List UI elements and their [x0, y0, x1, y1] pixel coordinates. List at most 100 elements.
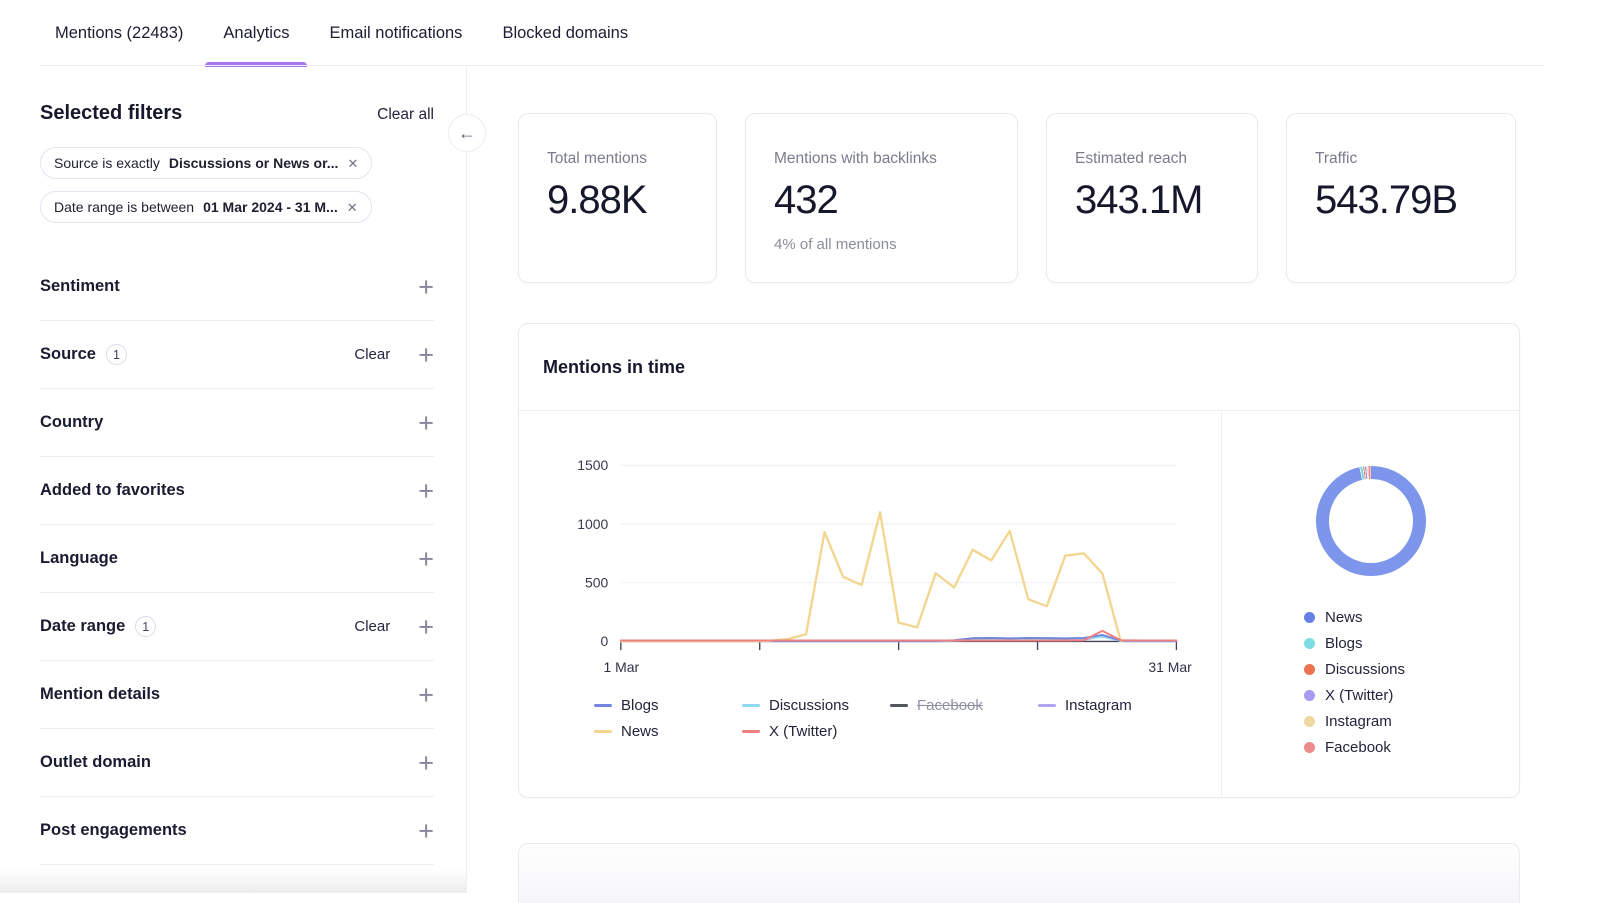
clear-all-filters-button[interactable]: Clear all	[377, 106, 434, 124]
donut-legend-dot-icon	[1304, 612, 1315, 623]
filter-row-mention-details: Mention details +	[40, 661, 434, 729]
filter-row-added-to-favorites: Added to favorites+	[40, 457, 434, 525]
legend-item-news[interactable]: News	[594, 723, 742, 740]
y-axis-tick-label: 1000	[577, 516, 608, 532]
legend-color-dash-icon	[594, 730, 612, 733]
tabs-bar: Mentions (22483) Analytics Email notific…	[0, 0, 1600, 66]
y-axis-tick-label: 1500	[577, 457, 608, 473]
tab-analytics[interactable]: Analytics	[203, 0, 309, 66]
chip-value: Discussions or News or...	[169, 155, 339, 171]
legend-label: X (Twitter)	[769, 723, 837, 740]
donut-legend-item-discussions[interactable]: Discussions	[1304, 661, 1519, 678]
donut-legend-label: Instagram	[1325, 713, 1392, 730]
donut-legend-label: X (Twitter)	[1325, 687, 1393, 704]
chart-card-body: 0500100015001 Mar31 Mar BlogsDiscussions…	[519, 411, 1519, 797]
stat-value: 543.79B	[1315, 178, 1487, 223]
stat-card-traffic: Traffic 543.79B	[1286, 113, 1516, 283]
page-layout: Selected filters Clear all Source is exa…	[0, 66, 1600, 893]
y-axis-tick-label: 0	[601, 633, 609, 649]
analytics-main: Total mentions9.88K Mentions with backlin…	[467, 66, 1600, 893]
filter-row-country: Country+	[40, 389, 434, 457]
donut-legend-item-blogs[interactable]: Blogs	[1304, 635, 1519, 652]
filter-expand-plus-icon[interactable]: +	[418, 548, 434, 570]
legend-color-dash-icon	[742, 730, 760, 733]
donut-legend-dot-icon	[1304, 690, 1315, 701]
line-chart-pane: 0500100015001 Mar31 Mar BlogsDiscussions…	[519, 411, 1221, 797]
stat-value: 343.1M	[1075, 178, 1229, 223]
donut-wrap	[1222, 466, 1519, 576]
donut-legend-item-facebook[interactable]: Facebook	[1304, 739, 1519, 756]
filter-expand-plus-icon[interactable]: +	[418, 344, 434, 366]
donut-hole	[1329, 479, 1413, 563]
stat-card-estimated-reach: Estimated reach 343.1M	[1046, 113, 1258, 283]
filter-expand-plus-icon[interactable]: +	[418, 412, 434, 434]
tab-blocked-domains[interactable]: Blocked domains	[482, 0, 648, 66]
filter-clear-button[interactable]: Clear	[354, 618, 390, 635]
filter-expand-plus-icon[interactable]: +	[418, 684, 434, 706]
donut-legend-dot-icon	[1304, 716, 1315, 727]
legend-color-dash-icon	[594, 704, 612, 707]
filter-row-post-engagements: Post engagements +	[40, 797, 434, 865]
filter-row-language: Language+	[40, 525, 434, 593]
tab-mentions[interactable]: Mentions (22483)	[35, 0, 203, 66]
stat-label: Total mentions	[547, 150, 688, 168]
next-section-card	[518, 843, 1520, 903]
filter-label: Mention details	[40, 685, 160, 704]
chart-title: Mentions in time	[543, 357, 685, 378]
filter-row-source: Source 1 Clear +	[40, 321, 434, 389]
filter-clear-button[interactable]: Clear	[354, 346, 390, 363]
filter-row-sentiment: Sentiment +	[40, 253, 434, 321]
legend-color-dash-icon	[890, 704, 908, 707]
legend-label: Discussions	[769, 697, 849, 714]
stat-label: Traffic	[1315, 150, 1487, 168]
stat-label: Estimated reach	[1075, 150, 1229, 168]
filter-label: Sentiment	[40, 277, 120, 296]
donut-legend-dot-icon	[1304, 638, 1315, 649]
stat-label: Mentions with backlinks	[774, 150, 989, 168]
x-axis-label-end: 31 Mar	[1148, 659, 1192, 675]
legend-label: News	[621, 723, 659, 740]
series-line-x-twitter-	[621, 631, 1177, 641]
mentions-line-chart: 0500100015001 Mar31 Mar	[539, 437, 1213, 687]
selected-filters-title: Selected filters	[40, 102, 182, 125]
legend-item-x-twitter-[interactable]: X (Twitter)	[742, 723, 890, 740]
legend-color-dash-icon	[1038, 704, 1056, 707]
filter-chip[interactable]: Date range is between 01 Mar 2024 - 31 M.…	[40, 191, 372, 223]
filter-expand-plus-icon[interactable]: +	[418, 480, 434, 502]
chart-card-header: Mentions in time	[519, 324, 1519, 411]
donut-legend-label: News	[1325, 609, 1363, 626]
filter-expand-plus-icon[interactable]: +	[418, 820, 434, 842]
donut-legend-item-instagram[interactable]: Instagram	[1304, 713, 1519, 730]
legend-label: Instagram	[1065, 697, 1132, 714]
tab-email-notifications[interactable]: Email notifications	[309, 0, 482, 66]
filter-label: Source	[40, 345, 96, 364]
chip-value: 01 Mar 2024 - 31 M...	[203, 199, 338, 215]
legend-item-discussions[interactable]: Discussions	[742, 697, 890, 714]
filter-expand-plus-icon[interactable]: +	[418, 276, 434, 298]
arrow-left-icon: ←	[458, 123, 476, 144]
donut-legend: News Blogs Discussions X (Twitter) Instagram…	[1304, 609, 1519, 756]
filter-chip[interactable]: Source is exactlyDiscussions or News or.…	[40, 147, 372, 179]
legend-item-instagram[interactable]: Instagram	[1038, 697, 1186, 714]
collapse-sidebar-button[interactable]: ←	[448, 114, 486, 152]
donut-legend-item-x-twitter-[interactable]: X (Twitter)	[1304, 687, 1519, 704]
filter-expand-plus-icon[interactable]: +	[418, 616, 434, 638]
filter-label: Outlet domain	[40, 753, 151, 772]
filter-expand-plus-icon[interactable]: +	[418, 752, 434, 774]
legend-item-facebook[interactable]: Facebook	[890, 697, 1038, 714]
donut-legend-item-news[interactable]: News	[1304, 609, 1519, 626]
legend-label: Facebook	[917, 697, 983, 714]
stat-card-total-mentions: Total mentions9.88K	[518, 113, 717, 283]
chip-text: Date range is between	[54, 199, 194, 215]
legend-label: Blogs	[621, 697, 659, 714]
chip-remove-icon[interactable]: ✕	[347, 157, 358, 170]
chip-remove-icon[interactable]: ✕	[347, 201, 358, 214]
donut-legend-dot-icon	[1304, 742, 1315, 753]
source-share-donut-chart	[1316, 466, 1426, 576]
filter-label: Post engagements	[40, 821, 187, 840]
filter-category-list: Sentiment+Source1Clear+Country+Added to …	[40, 253, 446, 865]
legend-color-dash-icon	[742, 704, 760, 707]
filter-count-badge: 1	[106, 344, 127, 365]
legend-item-blogs[interactable]: Blogs	[594, 697, 742, 714]
x-axis-label-start: 1 Mar	[604, 659, 640, 675]
